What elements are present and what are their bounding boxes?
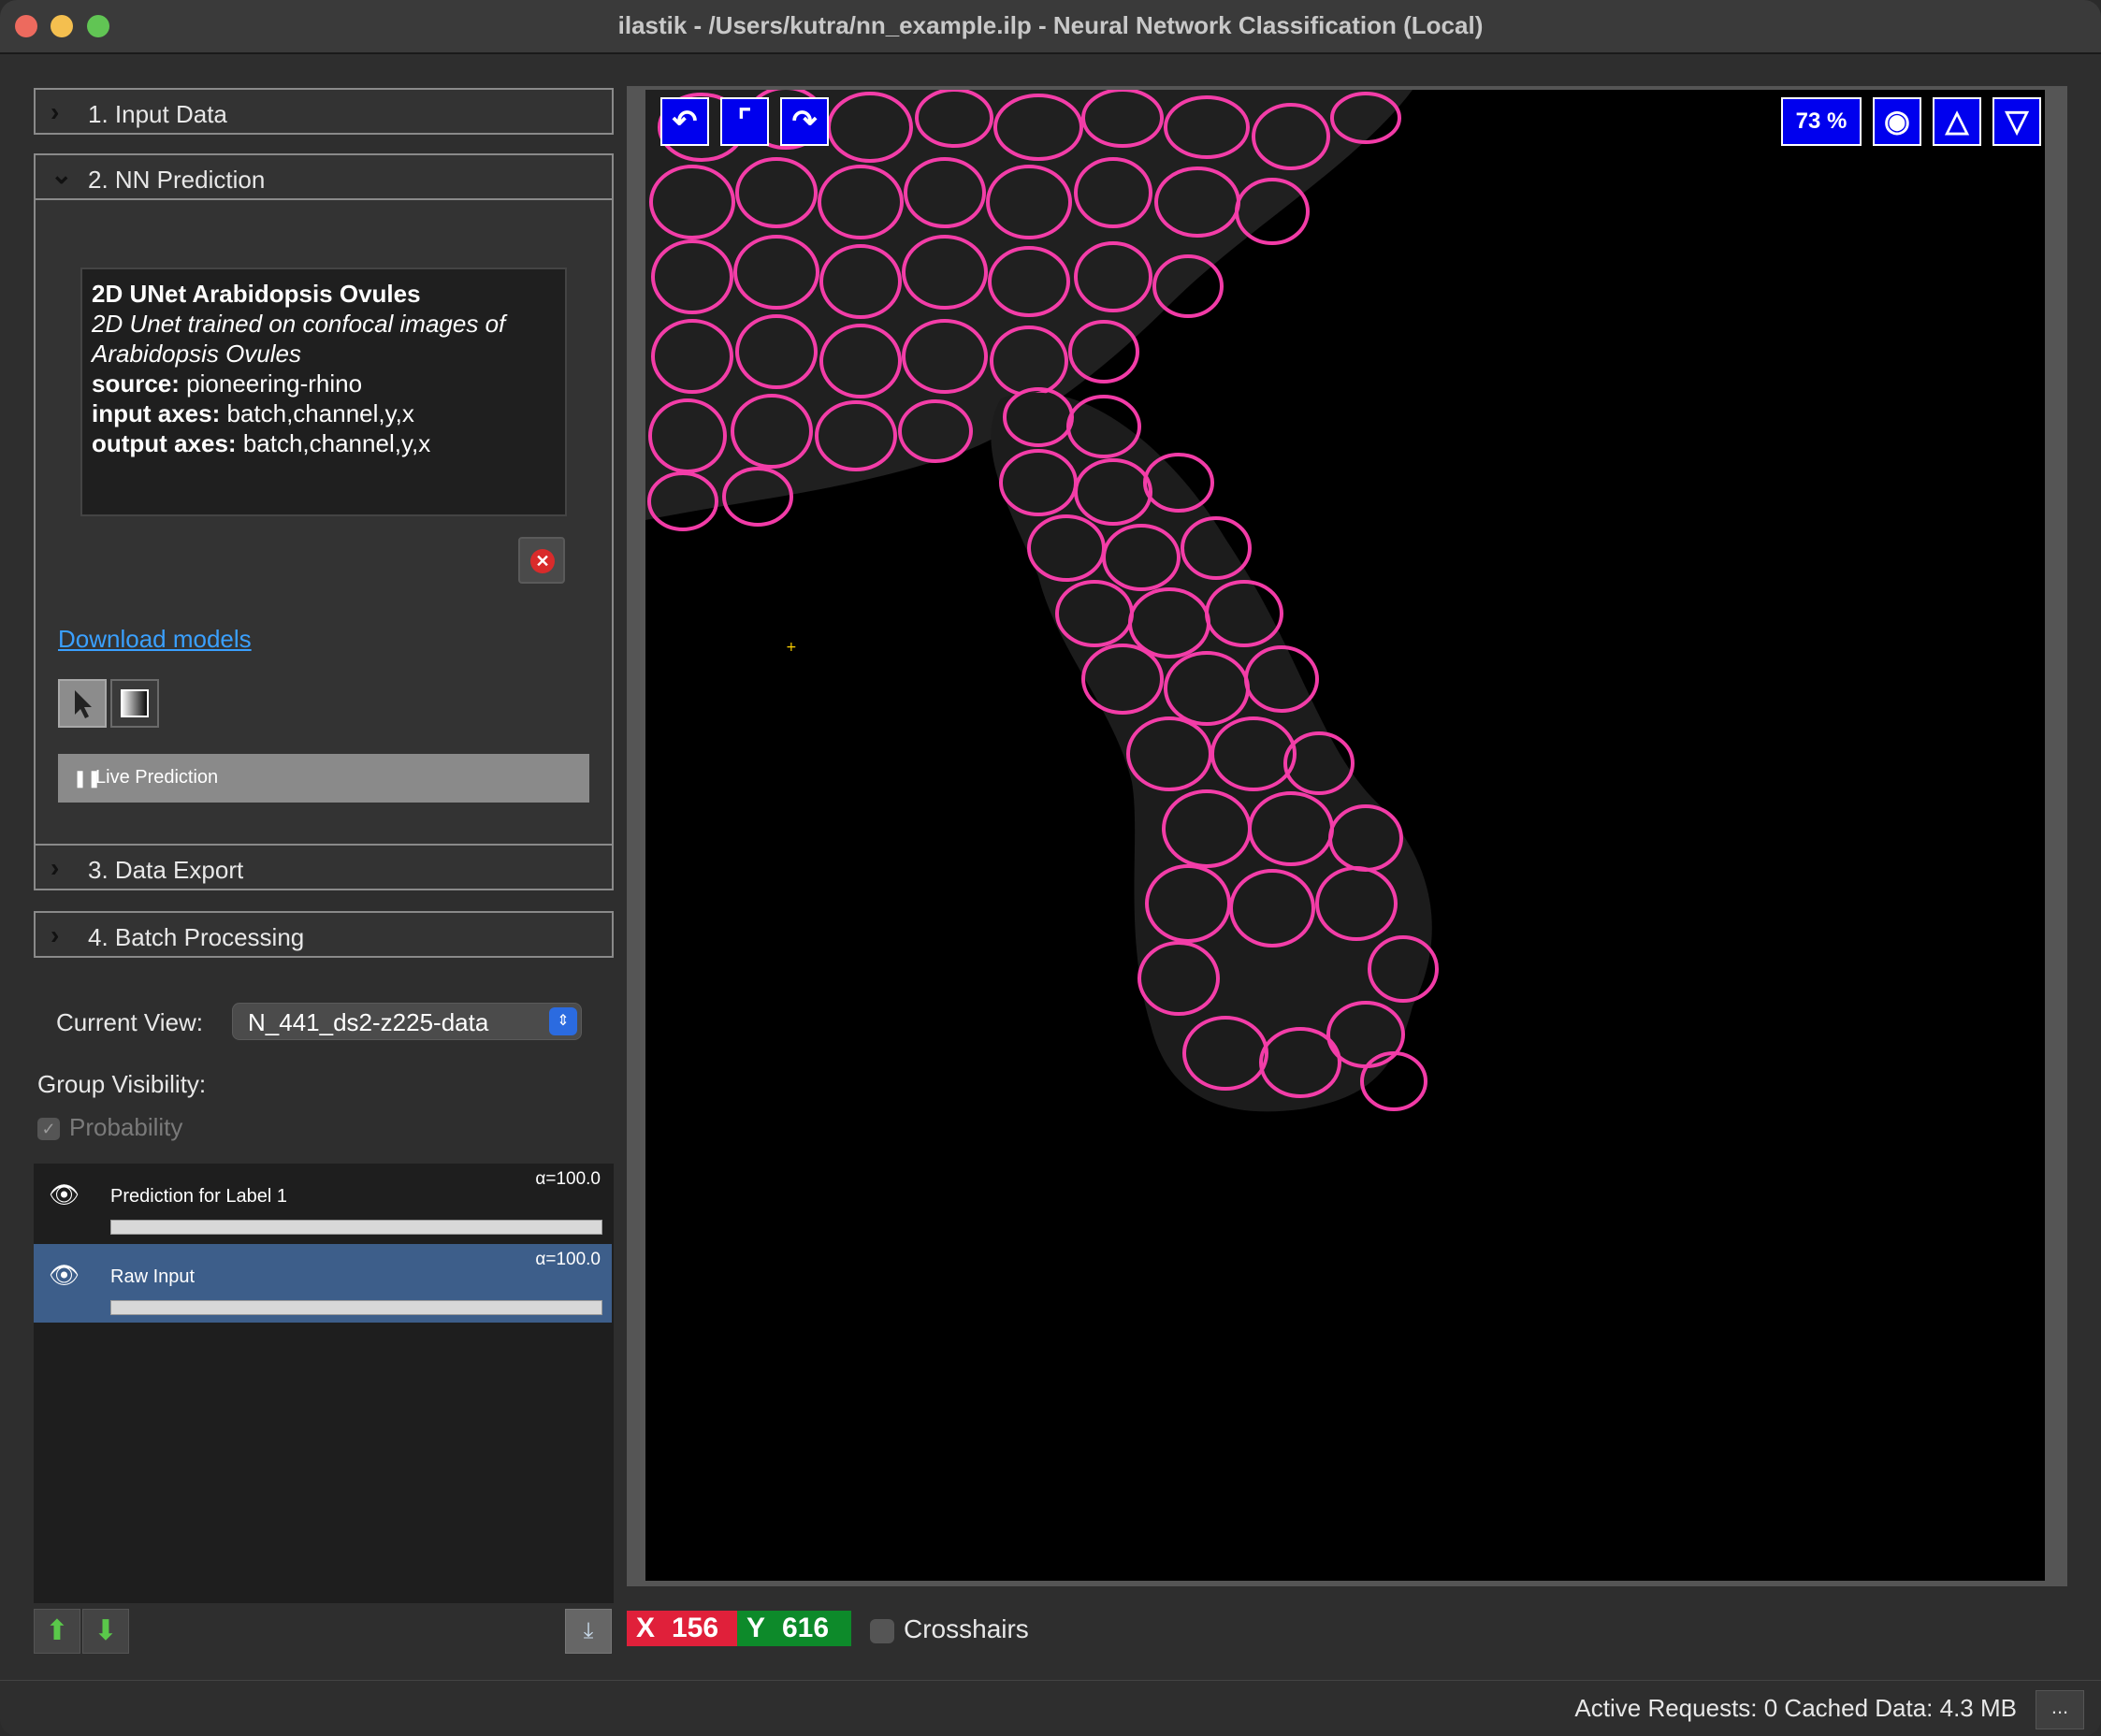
microscopy-image: +	[645, 90, 1439, 1112]
applet-input-data[interactable]: › 1. Input Data	[34, 88, 614, 135]
probability-checkbox[interactable]: ✓ Probability	[37, 1113, 182, 1142]
layer-list: 👁 Prediction for Label 1 α=100.0 👁 Raw I…	[34, 1164, 614, 1603]
layer-opacity: α=100.0	[535, 1169, 601, 1189]
title-bar: ilastik - /Users/kutra/nn_example.ilp - …	[0, 0, 2101, 54]
pointer-tool-button[interactable]	[58, 679, 107, 728]
chevron-right-icon: ›	[51, 920, 60, 949]
rotate-right-button[interactable]: ↷	[780, 97, 829, 146]
applet-label: 2. NN Prediction	[88, 166, 266, 194]
cursor-marker: +	[786, 640, 797, 655]
input-axes-label: input axes:	[92, 399, 221, 427]
model-name: 2D UNet Arabidopsis Ovules	[92, 280, 421, 308]
model-description: 2D Unet trained on confocal images of Ar…	[92, 310, 506, 368]
more-button[interactable]: ...	[2036, 1690, 2084, 1729]
model-info-box: 2D UNet Arabidopsis Ovules 2D Unet train…	[80, 268, 567, 516]
app-window: ilastik - /Users/kutra/nn_example.ilp - …	[0, 0, 2101, 1736]
remove-model-button[interactable]: ✕	[518, 537, 565, 584]
current-view-value: N_441_ds2-z225-data	[248, 1008, 489, 1036]
model-output-axes: batch,channel,y,x	[242, 429, 431, 457]
arrow-up-icon: ⬆	[45, 1615, 69, 1646]
export-icon: ⤓	[583, 1618, 594, 1643]
status-text: Active Requests: 0 Cached Data: 4.3 MB	[1574, 1694, 2017, 1722]
corner-icon: ⌜	[737, 104, 752, 137]
layer-opacity-bar[interactable]	[110, 1220, 602, 1235]
x-coordinate[interactable]: X 156	[627, 1611, 737, 1646]
crosshairs-label: Crosshairs	[904, 1614, 1029, 1643]
applet-label: 1. Input Data	[88, 100, 227, 128]
chevron-right-icon: ›	[51, 853, 60, 882]
y-coordinate[interactable]: Y 616	[737, 1611, 851, 1646]
y-label: Y	[746, 1613, 765, 1643]
export-layer-button[interactable]: ⤓	[565, 1609, 612, 1654]
current-view-label: Current View:	[56, 1008, 204, 1036]
zoom-level[interactable]: 73 %	[1781, 97, 1862, 146]
layer-row[interactable]: 👁 Prediction for Label 1 α=100.0	[34, 1164, 612, 1242]
layer-name: Raw Input	[110, 1266, 196, 1287]
swap-axes-button[interactable]: ⌜	[720, 97, 769, 146]
current-view-select[interactable]: N_441_ds2-z225-data ⇕	[232, 1003, 582, 1040]
eye-icon[interactable]: 👁	[49, 1180, 80, 1209]
live-prediction-button[interactable]: ❚❚ Live Prediction	[58, 754, 589, 803]
probability-label: Probability	[69, 1113, 183, 1141]
gradient-icon	[121, 689, 149, 717]
eye-icon[interactable]: 👁	[49, 1261, 80, 1290]
source-label: source:	[92, 369, 180, 398]
applet-nn-prediction[interactable]: ⌄ 2. NN Prediction	[34, 153, 614, 200]
slice-down-button[interactable]: ▽	[1992, 97, 2041, 146]
triangle-down-icon: ▽	[2005, 104, 2029, 137]
applet-label: 3. Data Export	[88, 856, 244, 884]
layer-name: Prediction for Label 1	[110, 1186, 288, 1207]
triangle-up-icon: △	[1945, 104, 1969, 137]
chevron-right-icon: ›	[51, 97, 60, 126]
download-models-link[interactable]: Download models	[58, 625, 252, 654]
checkbox-box	[870, 1618, 894, 1643]
move-layer-down-button[interactable]: ⬇	[82, 1609, 129, 1654]
layer-opacity: α=100.0	[535, 1250, 601, 1269]
window-title: ilastik - /Users/kutra/nn_example.ilp - …	[617, 11, 1484, 39]
status-bar: Active Requests: 0 Cached Data: 4.3 MB .…	[0, 1680, 2101, 1736]
applet-data-export[interactable]: › 3. Data Export	[34, 844, 614, 890]
layer-row[interactable]: 👁 Raw Input α=100.0	[34, 1244, 612, 1323]
y-value: 616	[782, 1613, 830, 1643]
crosshairs-checkbox[interactable]: Crosshairs	[870, 1614, 1029, 1644]
live-prediction-label: Live Prediction	[95, 767, 219, 788]
brightness-contrast-button[interactable]	[110, 679, 159, 728]
model-source: pioneering-rhino	[186, 369, 363, 398]
chevron-updown-icon: ⇕	[549, 1007, 577, 1035]
rotate-left-button[interactable]: ↶	[660, 97, 709, 146]
group-visibility-label: Group Visibility:	[37, 1070, 207, 1098]
applet-batch-processing[interactable]: › 4. Batch Processing	[34, 911, 614, 958]
model-input-axes: batch,channel,y,x	[226, 399, 414, 427]
rotate-left-icon: ↶	[672, 104, 698, 137]
x-label: X	[635, 1613, 655, 1643]
rotate-right-icon: ↷	[791, 104, 818, 137]
close-icon: ✕	[530, 549, 555, 573]
x-value: 156	[672, 1613, 719, 1643]
applet-label: 4. Batch Processing	[88, 923, 305, 951]
camera-icon: ◉	[1884, 104, 1910, 137]
pointer-icon	[75, 690, 92, 718]
screenshot-button[interactable]: ◉	[1873, 97, 1921, 146]
move-layer-up-button[interactable]: ⬆	[34, 1609, 80, 1654]
checkmark-icon: ✓	[37, 1118, 60, 1141]
image-canvas[interactable]: +	[645, 90, 2045, 1581]
slice-up-button[interactable]: △	[1933, 97, 1981, 146]
output-axes-label: output axes:	[92, 429, 237, 457]
chevron-down-icon: ⌄	[51, 160, 73, 189]
arrow-down-icon: ⬇	[94, 1615, 118, 1646]
layer-opacity-bar[interactable]	[110, 1300, 602, 1315]
